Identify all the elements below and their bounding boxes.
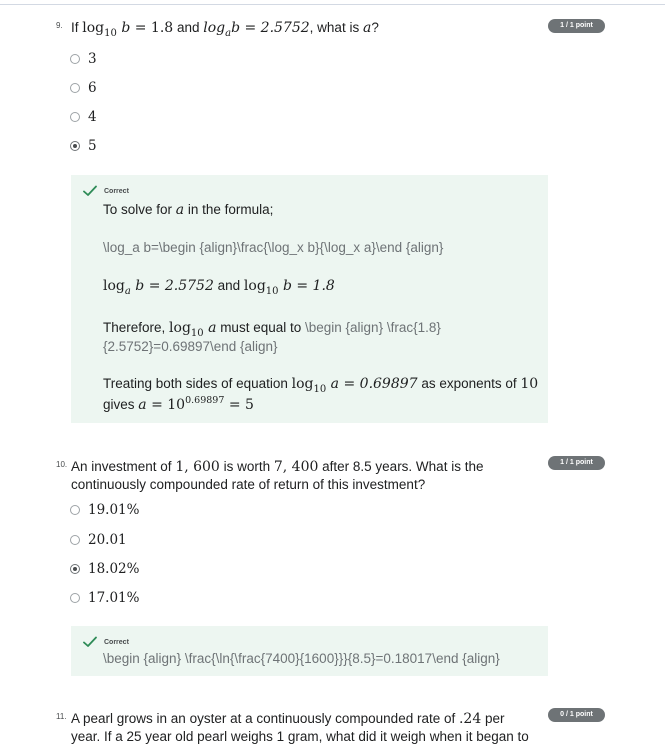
feedback-panel: Correct To solve for a in the formula; \…	[71, 175, 548, 423]
feedback-line: Therefore, log10 a must equal to \begin …	[103, 320, 441, 339]
radio-button[interactable]	[70, 54, 80, 64]
question-number: 9.	[56, 21, 63, 30]
feedback-line: loga b = 2.5752 and log10 b = 1.8	[103, 278, 335, 297]
math-loga-b: logab = 2.5752	[203, 20, 310, 39]
radio-button[interactable]	[70, 505, 80, 515]
question-number: 11.	[56, 712, 67, 721]
score-badge: 1 / 1 point	[548, 456, 605, 470]
question-number: 10.	[56, 460, 68, 469]
radio-button[interactable]	[70, 535, 80, 545]
checkmark-icon	[83, 636, 97, 647]
question-text: A pearl grows in an oyster at a continuo…	[71, 711, 529, 744]
option-6[interactable]: 6	[70, 80, 97, 96]
question-text: An investment of 1, 600 is worth 7, 400 …	[71, 459, 484, 492]
question-text: If log10 b = 1.8 and logab = 2.5752, wha…	[71, 20, 379, 39]
option-3[interactable]: 3	[70, 51, 97, 67]
math-log10-b: log10 b = 1.8	[82, 20, 174, 39]
option-20-01[interactable]: 20.01	[70, 532, 127, 548]
feedback-header: Correct	[83, 185, 129, 197]
top-divider	[0, 4, 665, 5]
feedback-status: Correct	[104, 638, 129, 646]
score-badge: 0 / 1 point	[548, 708, 605, 722]
radio-button[interactable]	[70, 83, 80, 93]
radio-button-selected[interactable]	[70, 564, 80, 574]
feedback-latex: \begin {align} \frac{\ln{\frac{7400}{160…	[103, 651, 500, 666]
feedback-status: Correct	[104, 187, 129, 195]
feedback-line: To solve for a in the formula;	[103, 202, 274, 218]
feedback-panel: Correct \begin {align} \frac{\ln{\frac{7…	[71, 626, 548, 676]
radio-button[interactable]	[70, 593, 80, 603]
feedback-header: Correct	[83, 636, 129, 648]
option-4[interactable]: 4	[70, 109, 97, 125]
radio-button-selected[interactable]	[70, 141, 80, 151]
score-badge: 1 / 1 point	[548, 19, 605, 33]
feedback-line: Treating both sides of equation log10 a …	[103, 376, 539, 395]
feedback-line: gives a = 100.69897 = 5	[103, 395, 254, 413]
option-17-01[interactable]: 17.01%	[70, 590, 139, 606]
radio-button[interactable]	[70, 112, 80, 122]
feedback-latex: {2.5752}=0.69897\end {align}	[103, 339, 278, 354]
option-19-01[interactable]: 19.01%	[70, 502, 139, 518]
option-5[interactable]: 5	[70, 138, 97, 154]
checkmark-icon	[83, 185, 97, 196]
feedback-latex: \log_a b=\begin {align}\frac{\log_x b}{\…	[103, 240, 444, 255]
option-18-02[interactable]: 18.02%	[70, 561, 139, 577]
